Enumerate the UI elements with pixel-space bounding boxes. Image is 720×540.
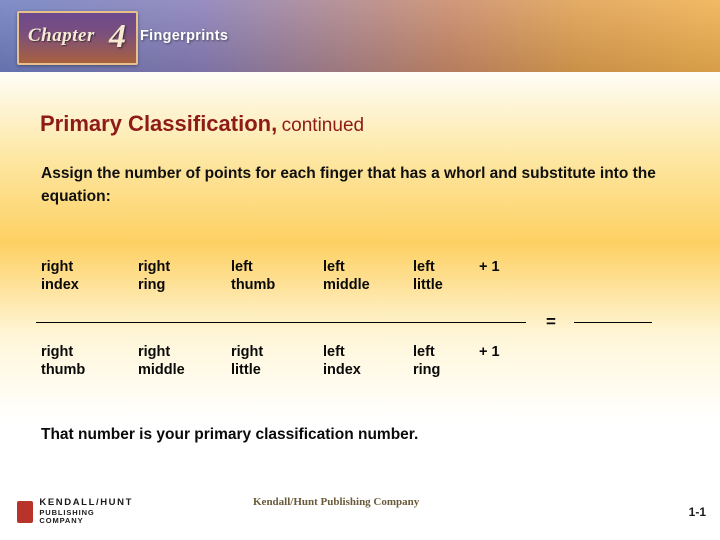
banner-title: Fingerprints [140, 28, 229, 44]
page-title: Primary Classification, continued [40, 111, 364, 137]
page-title-main: Primary Classification, [40, 111, 278, 136]
chapter-word: Chapter [28, 25, 95, 46]
numerator-plus-one: + 1 [479, 259, 500, 275]
denominator-row: right thumb right middle right little le… [41, 343, 531, 390]
numerator-term-4: left middle [323, 259, 370, 294]
denominator-term-2: right middle [138, 344, 185, 379]
denominator-wrapper: right thumb right middle right little le… [41, 343, 681, 390]
logo-mark-icon [17, 501, 34, 523]
logo-subtitle: PUBLISHING COMPANY [39, 507, 95, 526]
logo-text: KENDALL/HUNT PUBLISHING COMPANY [39, 497, 133, 526]
intro-paragraph: Assign the number of points for each fin… [41, 165, 656, 205]
slide: Chapter 4 Fingerprints Primary Classific… [0, 0, 720, 540]
numerator-term-5: left little [413, 259, 443, 294]
numerator-term-3: left thumb [231, 259, 276, 294]
title-banner: Chapter 4 Fingerprints [0, 0, 720, 72]
numerator-term-1: right index [41, 259, 79, 294]
primary-classification-equation: right index right ring left thumb left m… [41, 258, 681, 305]
numerator-row: right index right ring left thumb left m… [41, 258, 531, 305]
publisher-logo: KENDALL/HUNT PUBLISHING COMPANY [15, 494, 133, 530]
page-number: 1-1 [688, 505, 706, 519]
page-title-continued: continued [281, 115, 365, 136]
equals-sign: = [546, 312, 556, 331]
denominator-term-3: right little [231, 344, 264, 379]
closing-text: That number is your primary classificati… [41, 426, 419, 443]
fraction-bar [36, 322, 526, 323]
result-fraction-bar [574, 322, 652, 323]
publisher-credit: Kendall/Hunt Publishing Company [253, 496, 420, 508]
numerator-term-2: right ring [138, 259, 171, 294]
chapter-badge: Chapter 4 [17, 11, 138, 65]
fraction: right index right ring left thumb left m… [41, 258, 531, 305]
denominator-plus-one: + 1 [479, 344, 500, 360]
denominator-term-1: right thumb [41, 344, 86, 379]
fraction-denominator: right thumb right middle right little le… [41, 343, 531, 390]
denominator-term-5: left ring [413, 344, 441, 379]
chapter-number: 4 [109, 18, 126, 55]
denominator-term-4: left index [323, 344, 361, 379]
